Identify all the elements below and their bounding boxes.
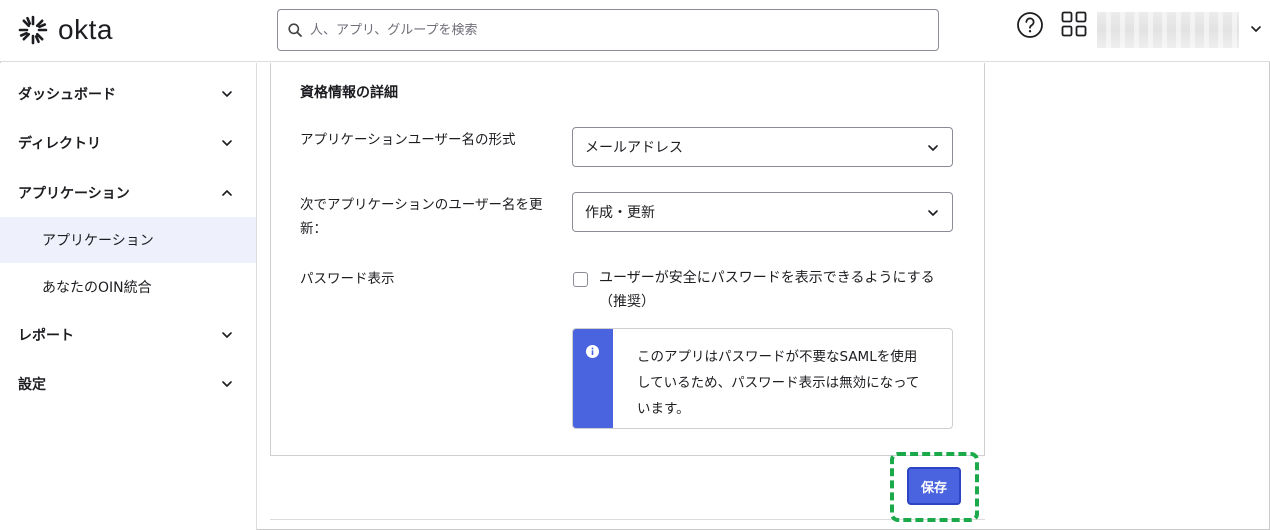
logo-text: okta	[58, 14, 113, 45]
sidebar-item-dashboard[interactable]: ダッシュボード	[0, 71, 256, 117]
username-format-select[interactable]: メールアドレス	[572, 127, 953, 167]
user-name-blurred[interactable]	[1097, 12, 1239, 48]
chevron-down-icon	[222, 91, 232, 97]
password-reveal-checkbox[interactable]	[573, 272, 588, 287]
chevron-down-icon	[222, 332, 232, 338]
search-input[interactable]	[310, 22, 910, 38]
sidebar-item-settings[interactable]: 設定	[0, 361, 256, 407]
sidebar-item-label: 設定	[18, 377, 46, 393]
update-username-select[interactable]: 作成・更新	[572, 192, 953, 232]
select-value: 作成・更新	[585, 205, 655, 221]
sidebar-item-directory[interactable]: ディレクトリ	[0, 120, 256, 166]
top-header: okta	[0, 0, 1270, 62]
chevron-down-icon[interactable]	[1249, 22, 1263, 36]
save-button[interactable]: 保存	[907, 467, 961, 505]
chevron-down-icon	[928, 145, 938, 151]
search-icon	[288, 23, 302, 37]
sidebar-item-applications[interactable]: アプリケーション	[0, 170, 256, 216]
callout-text: このアプリはパスワードが不要なSAMLを使用しているため、パスワード表示は無効に…	[637, 349, 920, 417]
sidebar-item-label: アプリケーション	[18, 186, 130, 202]
section-title: 資格情報の詳細	[300, 85, 398, 101]
info-icon	[586, 345, 599, 358]
help-icon[interactable]	[1016, 11, 1044, 39]
chevron-down-icon	[928, 210, 938, 216]
app-switcher-icon[interactable]	[1061, 11, 1087, 37]
divider	[270, 519, 985, 520]
search-box[interactable]	[277, 9, 939, 51]
okta-logo[interactable]: okta	[18, 14, 113, 46]
update-username-label: 次でアプリケーションのユーザー名を更新：	[300, 197, 543, 237]
sidebar-item-label: ディレクトリ	[18, 136, 102, 152]
password-reveal-checkbox-label[interactable]: ユーザーが安全にパスワードを表示できるようにする（推奨）	[599, 266, 944, 314]
sidebar-item-label: ダッシュボード	[18, 87, 116, 103]
okta-sunburst-icon	[18, 15, 48, 45]
sidebar-subitem-applications[interactable]: アプリケーション	[0, 217, 256, 263]
sidebar-subitem-oin-integrations[interactable]: あなたのOIN統合	[0, 264, 256, 310]
password-reveal-label: パスワード表示	[300, 271, 395, 287]
sidebar-nav: ダッシュボード ディレクトリ アプリケーション アプリケーション あなたのOIN…	[0, 63, 257, 530]
callout-accent-bar	[573, 329, 613, 428]
sidebar-item-label: レポート	[18, 328, 74, 344]
chevron-up-icon	[222, 190, 232, 196]
chevron-down-icon	[222, 140, 232, 146]
sidebar-subitem-label: あなたのOIN統合	[42, 280, 152, 296]
chevron-down-icon	[222, 381, 232, 387]
info-callout: このアプリはパスワードが不要なSAMLを使用しているため、パスワード表示は無効に…	[572, 328, 953, 429]
sidebar-item-reports[interactable]: レポート	[0, 312, 256, 358]
select-value: メールアドレス	[585, 140, 683, 156]
sidebar-subitem-label: アプリケーション	[42, 233, 154, 249]
username-format-label: アプリケーションユーザー名の形式	[300, 132, 516, 148]
